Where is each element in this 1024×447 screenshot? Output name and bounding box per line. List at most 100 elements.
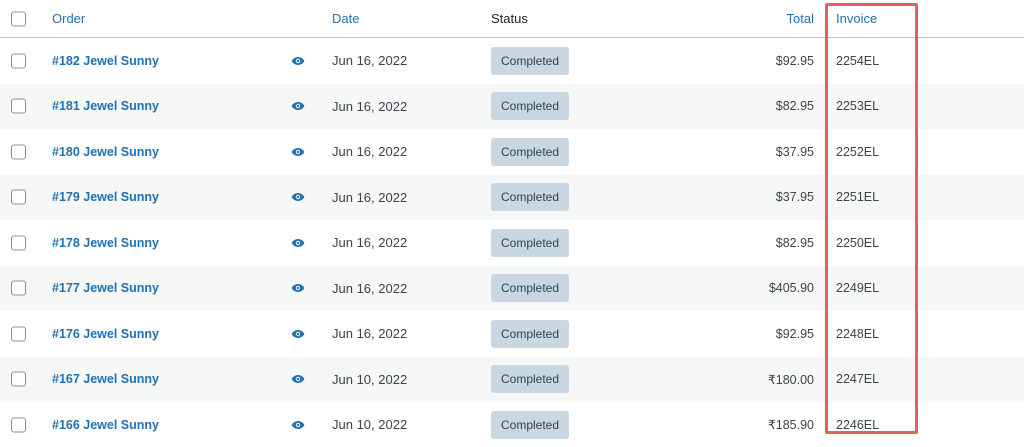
order-link[interactable]: #166 Jewel Sunny: [52, 418, 159, 432]
column-total-label[interactable]: Total: [787, 11, 814, 26]
status-cell: Completed: [491, 266, 621, 311]
invoice-cell: 2246EL: [836, 402, 916, 447]
status-badge: Completed: [491, 319, 569, 348]
column-date-label[interactable]: Date: [332, 11, 359, 26]
order-date: Jun 16, 2022: [332, 144, 408, 159]
invoice-cell: 2248EL: [836, 311, 916, 356]
eye-icon[interactable]: [288, 220, 308, 265]
table-row[interactable]: #179 Jewel Sunny Jun 16, 2022 Completed …: [0, 174, 1024, 220]
order-total: $405.90: [768, 281, 814, 295]
eye-icon[interactable]: [288, 311, 308, 356]
invoice-number: 2250EL: [836, 235, 880, 250]
order-link[interactable]: #180 Jewel Sunny: [52, 145, 159, 159]
table-row[interactable]: #182 Jewel Sunny Jun 16, 2022 Completed …: [0, 38, 1024, 83]
order-total: $92.95: [775, 53, 814, 68]
row-checkbox[interactable]: [11, 235, 26, 250]
total-cell: $92.95: [700, 311, 814, 356]
eye-icon-svg: [291, 238, 305, 247]
invoice-cell: 2254EL: [836, 38, 916, 83]
order-total: $82.95: [775, 99, 814, 113]
row-checkbox[interactable]: [11, 98, 26, 114]
table-row[interactable]: #181 Jewel Sunny Jun 16, 2022 Completed …: [0, 83, 1024, 129]
eye-icon-svg: [291, 329, 305, 338]
total-cell: $82.95: [700, 84, 814, 129]
order-link[interactable]: #177 Jewel Sunny: [52, 281, 159, 295]
order-link[interactable]: #167 Jewel Sunny: [52, 372, 159, 386]
eye-icon[interactable]: [288, 402, 308, 447]
order-link[interactable]: #181 Jewel Sunny: [52, 99, 159, 113]
order-total: $82.95: [775, 235, 814, 250]
row-checkbox[interactable]: [11, 189, 26, 205]
date-cell: Jun 16, 2022: [332, 129, 472, 174]
date-cell: Jun 16, 2022: [332, 84, 472, 129]
row-checkbox[interactable]: [11, 53, 26, 68]
date-cell: Jun 16, 2022: [332, 220, 472, 265]
invoice-cell: 2252EL: [836, 129, 916, 174]
eye-icon-svg: [291, 102, 305, 110]
order-cell: #166 Jewel Sunny: [52, 402, 272, 447]
order-date: Jun 16, 2022: [332, 235, 408, 250]
table-row[interactable]: #176 Jewel Sunny Jun 16, 2022 Completed …: [0, 311, 1024, 356]
order-link[interactable]: #178 Jewel Sunny: [52, 236, 159, 250]
date-cell: Jun 16, 2022: [332, 175, 472, 220]
status-cell: Completed: [491, 220, 621, 265]
total-cell: $405.90: [700, 266, 814, 311]
table-row[interactable]: #167 Jewel Sunny Jun 10, 2022 Completed …: [0, 356, 1024, 402]
invoice-cell: 2251EL: [836, 175, 916, 220]
table-row[interactable]: #166 Jewel Sunny Jun 10, 2022 Completed …: [0, 402, 1024, 447]
row-checkbox[interactable]: [11, 371, 26, 387]
order-date: Jun 16, 2022: [332, 280, 408, 296]
invoice-cell: 2247EL: [836, 357, 916, 402]
row-checkbox[interactable]: [11, 417, 26, 432]
date-cell: Jun 10, 2022: [332, 402, 472, 447]
table-row[interactable]: #177 Jewel Sunny Jun 16, 2022 Completed …: [0, 265, 1024, 311]
status-cell: Completed: [491, 357, 621, 402]
status-badge: Completed: [491, 137, 569, 166]
order-date: Jun 16, 2022: [332, 189, 408, 205]
column-invoice-label[interactable]: Invoice: [836, 11, 877, 26]
row-checkbox[interactable]: [11, 280, 26, 296]
column-date[interactable]: Date: [332, 0, 472, 37]
eye-icon[interactable]: [288, 175, 308, 220]
status-badge: Completed: [491, 274, 569, 302]
order-link[interactable]: #176 Jewel Sunny: [52, 327, 159, 341]
status-badge: Completed: [491, 228, 569, 257]
column-invoice[interactable]: Invoice: [836, 0, 916, 37]
order-link[interactable]: #182 Jewel Sunny: [52, 54, 159, 68]
invoice-number: 2251EL: [836, 190, 880, 204]
order-total: $37.95: [775, 190, 814, 204]
table-row[interactable]: #180 Jewel Sunny Jun 16, 2022 Completed …: [0, 129, 1024, 174]
status-cell: Completed: [491, 175, 621, 220]
eye-icon[interactable]: [288, 129, 308, 174]
eye-icon-svg: [291, 284, 305, 292]
select-all-checkbox[interactable]: [11, 11, 26, 26]
status-cell: Completed: [491, 129, 621, 174]
order-total: $92.95: [775, 326, 814, 341]
total-cell: $82.95: [700, 220, 814, 265]
eye-icon[interactable]: [288, 357, 308, 402]
eye-icon[interactable]: [288, 266, 308, 311]
column-order-label[interactable]: Order: [52, 11, 85, 26]
table-header: Order Date Status Total Invoice: [0, 0, 1024, 38]
invoice-number: 2249EL: [836, 281, 880, 295]
order-cell: #167 Jewel Sunny: [52, 357, 272, 402]
order-cell: #180 Jewel Sunny: [52, 129, 272, 174]
date-cell: Jun 16, 2022: [332, 38, 472, 83]
column-total[interactable]: Total: [700, 0, 814, 37]
total-cell: $92.95: [700, 38, 814, 83]
column-order[interactable]: Order: [52, 0, 272, 37]
order-cell: #181 Jewel Sunny: [52, 84, 272, 129]
order-date: Jun 10, 2022: [332, 417, 408, 432]
row-checkbox[interactable]: [11, 326, 26, 341]
status-cell: Completed: [491, 402, 621, 447]
eye-icon[interactable]: [288, 38, 308, 83]
total-cell: $37.95: [700, 175, 814, 220]
order-total: $37.95: [775, 144, 814, 159]
row-checkbox[interactable]: [11, 144, 26, 159]
column-status-label: Status: [491, 11, 528, 26]
table-row[interactable]: #178 Jewel Sunny Jun 16, 2022 Completed …: [0, 220, 1024, 265]
order-link[interactable]: #179 Jewel Sunny: [52, 190, 159, 204]
eye-icon[interactable]: [288, 84, 308, 129]
invoice-number: 2247EL: [836, 372, 880, 386]
order-date: Jun 16, 2022: [332, 53, 408, 68]
